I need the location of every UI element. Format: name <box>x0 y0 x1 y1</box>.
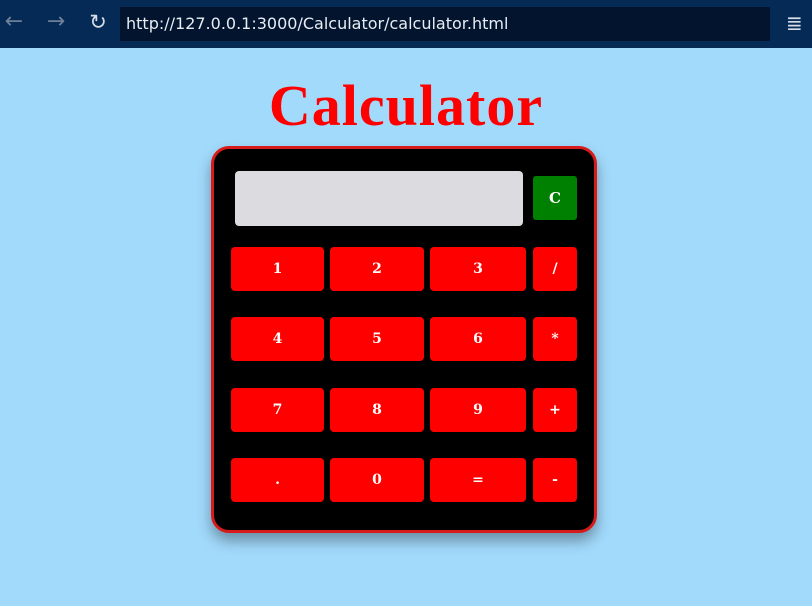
key-4-button[interactable]: 4 <box>231 317 324 361</box>
key-minus-button[interactable]: - <box>533 458 577 502</box>
page-title: Calculator <box>268 73 544 138</box>
key-multiply-button[interactable]: * <box>533 317 577 361</box>
key-plus-button[interactable]: + <box>533 388 577 432</box>
reload-icon[interactable]: ↻ <box>84 8 112 36</box>
browser-toolbar: ← → ↻ http://127.0.0.1:3000/Calculator/c… <box>0 0 812 48</box>
key-decimal-button[interactable]: . <box>231 458 324 502</box>
key-6-button[interactable]: 6 <box>430 317 526 361</box>
menu-icon[interactable]: ≣ <box>786 12 803 34</box>
key-7-button[interactable]: 7 <box>231 388 324 432</box>
key-divide-button[interactable]: / <box>533 247 577 291</box>
key-equals-button[interactable]: = <box>430 458 526 502</box>
key-0-button[interactable]: 0 <box>330 458 424 502</box>
calculator: C 1 2 3 / 4 5 6 * 7 8 9 + . 0 = - <box>211 146 597 533</box>
clear-button[interactable]: C <box>533 176 577 220</box>
key-9-button[interactable]: 9 <box>430 388 526 432</box>
address-bar[interactable]: http://127.0.0.1:3000/Calculator/calcula… <box>120 7 770 41</box>
calculator-display[interactable] <box>235 171 523 226</box>
key-1-button[interactable]: 1 <box>231 247 324 291</box>
back-arrow-icon[interactable]: ← <box>0 8 28 36</box>
key-2-button[interactable]: 2 <box>330 247 424 291</box>
key-8-button[interactable]: 8 <box>330 388 424 432</box>
key-3-button[interactable]: 3 <box>430 247 526 291</box>
key-5-button[interactable]: 5 <box>330 317 424 361</box>
forward-arrow-icon[interactable]: → <box>42 8 70 36</box>
